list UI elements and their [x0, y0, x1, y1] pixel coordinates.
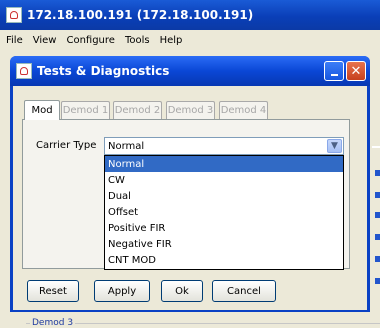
- close-button[interactable]: ✕: [346, 61, 366, 81]
- java-icon: [16, 63, 32, 79]
- tab-demod-2[interactable]: Demod 2: [113, 101, 162, 119]
- background-indicator: [375, 192, 380, 198]
- apply-button[interactable]: Apply: [94, 280, 150, 302]
- menu-configure[interactable]: Configure: [66, 35, 114, 46]
- tab-demod-1[interactable]: Demod 1: [61, 101, 110, 119]
- tab-demod-4[interactable]: Demod 4: [219, 101, 268, 119]
- carrier-type-select[interactable]: Normal ▼: [104, 137, 344, 155]
- option-dual[interactable]: Dual: [105, 188, 343, 204]
- background-indicator: [375, 256, 380, 262]
- dialog-title-bar[interactable]: Tests & Diagnostics: [10, 56, 370, 86]
- menu-bar: File View Configure Tools Help: [0, 30, 380, 50]
- option-negative-fir[interactable]: Negative FIR: [105, 236, 343, 252]
- option-cnt-mod[interactable]: CNT MOD: [105, 252, 343, 268]
- background-indicator: [375, 234, 380, 240]
- background-indicator: [375, 278, 380, 284]
- menu-file[interactable]: File: [6, 35, 23, 46]
- carrier-type-dropdown: Normal CW Dual Offset Positive FIR Negat…: [104, 155, 344, 270]
- minimize-button[interactable]: [324, 61, 344, 81]
- menu-tools[interactable]: Tools: [125, 35, 150, 46]
- window-title: 172.18.100.191 (172.18.100.191): [27, 8, 254, 22]
- menu-help[interactable]: Help: [160, 35, 183, 46]
- option-cw[interactable]: CW: [105, 172, 343, 188]
- java-icon: [6, 7, 22, 23]
- carrier-type-label: Carrier Type: [36, 140, 97, 151]
- option-normal[interactable]: Normal: [105, 156, 343, 172]
- background-indicator: [375, 212, 380, 218]
- tab-mod[interactable]: Mod: [24, 100, 60, 120]
- background-divider: [372, 146, 380, 148]
- ok-button[interactable]: Ok: [161, 280, 203, 302]
- tab-demod-3[interactable]: Demod 3: [166, 101, 215, 119]
- dialog-title: Tests & Diagnostics: [37, 64, 170, 78]
- cancel-button[interactable]: Cancel: [212, 280, 276, 302]
- menu-view[interactable]: View: [33, 35, 57, 46]
- reset-button[interactable]: Reset: [27, 280, 79, 302]
- chevron-down-icon[interactable]: ▼: [327, 139, 342, 153]
- option-offset[interactable]: Offset: [105, 204, 343, 220]
- window-title-bar: 172.18.100.191 (172.18.100.191): [0, 0, 380, 30]
- carrier-type-value: Normal: [108, 140, 145, 152]
- background-indicator: [375, 170, 380, 176]
- group-border: [26, 323, 380, 324]
- option-positive-fir[interactable]: Positive FIR: [105, 220, 343, 236]
